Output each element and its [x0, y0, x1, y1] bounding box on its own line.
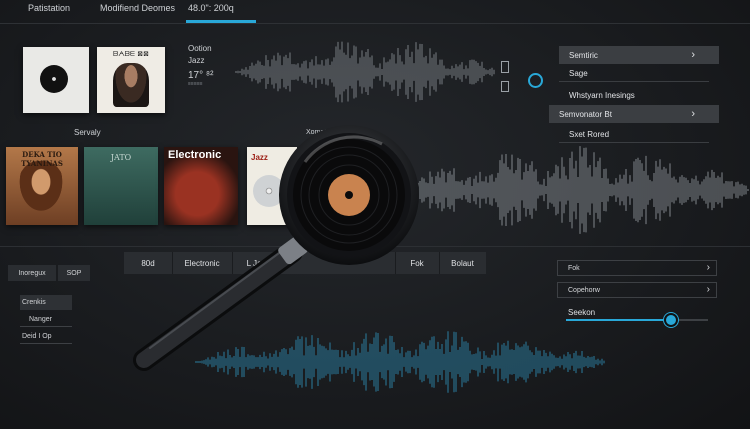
tab-patistation[interactable]: Patistation: [28, 3, 70, 13]
tab-divider: [0, 23, 750, 24]
menu-divider: [559, 142, 709, 143]
incoming-button[interactable]: Inoregux: [8, 265, 56, 281]
menu-label: Semvonator Bt: [559, 109, 612, 119]
album-title: ᗷᗅᗷᗴ ⊠⊠: [113, 50, 149, 58]
seek-slider-knob[interactable]: [664, 313, 679, 327]
waveform-middle: [399, 146, 749, 234]
menu-label: Whstyarn Inesings: [569, 90, 635, 100]
menu-label: Semtiric: [569, 50, 598, 60]
portrait-art: [18, 161, 64, 213]
portrait-art: [113, 63, 149, 107]
list-item-nanger[interactable]: Nanger: [20, 312, 72, 327]
list-item-crenkis[interactable]: Crenkis: [20, 295, 72, 310]
track-style: Jazz: [188, 56, 205, 65]
chevron-right-icon: ›: [706, 284, 710, 295]
menu-item-sage[interactable]: Sage: [559, 66, 709, 80]
album-cover-vintage[interactable]: DEKA TIO TYANINAS: [6, 147, 78, 225]
waveform-top: [235, 41, 495, 103]
control-mark-upper[interactable]: [501, 61, 509, 73]
slider-label: Seekon: [568, 308, 596, 317]
tab-modified-deomes[interactable]: Modifiend Deomes: [100, 3, 175, 13]
chevron-right-icon: ›: [691, 108, 695, 120]
dropdown-fok[interactable]: Fok ›: [557, 260, 717, 276]
section-label: Servaly: [74, 128, 101, 137]
control-mark-lower[interactable]: [501, 81, 509, 92]
menu-item-sxet-rored[interactable]: Sxet Rored: [559, 127, 709, 141]
album-thumbnail-vinyl[interactable]: [23, 47, 89, 113]
magnifying-glass-icon: [133, 125, 419, 371]
album-thumbnail-portrait[interactable]: ᗷᗅᗷᗴ ⊠⊠: [97, 47, 165, 113]
menu-label: Sxet Rored: [569, 129, 610, 139]
track-subinfo: ≡≡≡≡≡: [188, 81, 203, 87]
dropdown-copehorw[interactable]: Copehorw ›: [557, 282, 717, 298]
tab-active-time[interactable]: 48.0": 200q: [188, 3, 234, 13]
dropdown-label: Copehorw: [568, 286, 600, 294]
chevron-right-icon: ›: [706, 262, 710, 273]
filter-bolaut[interactable]: Bolaut: [439, 252, 486, 274]
list-item-deid[interactable]: Deid I Op: [20, 329, 72, 344]
stop-button[interactable]: SOP: [58, 265, 90, 281]
menu-divider: [559, 81, 709, 82]
track-genre-label: Ootion: [188, 44, 212, 53]
menu-item-semtiric[interactable]: Semtiric ›: [559, 46, 719, 64]
dropdown-label: Fok: [568, 264, 580, 272]
menu-item-semvonator[interactable]: Semvonator Bt ›: [549, 105, 719, 123]
vinyl-record-icon: [40, 65, 68, 93]
menu-item-whstyarn[interactable]: Whstyarn Inesings: [559, 88, 709, 102]
seek-slider-fill: [566, 319, 672, 321]
chevron-right-icon: ›: [691, 49, 695, 61]
play-indicator-button[interactable]: [528, 73, 543, 88]
menu-label: Sage: [569, 68, 588, 78]
album-title: DEKA TIO TYANINAS: [21, 150, 63, 168]
track-time: 17° ⁸²: [188, 70, 214, 81]
